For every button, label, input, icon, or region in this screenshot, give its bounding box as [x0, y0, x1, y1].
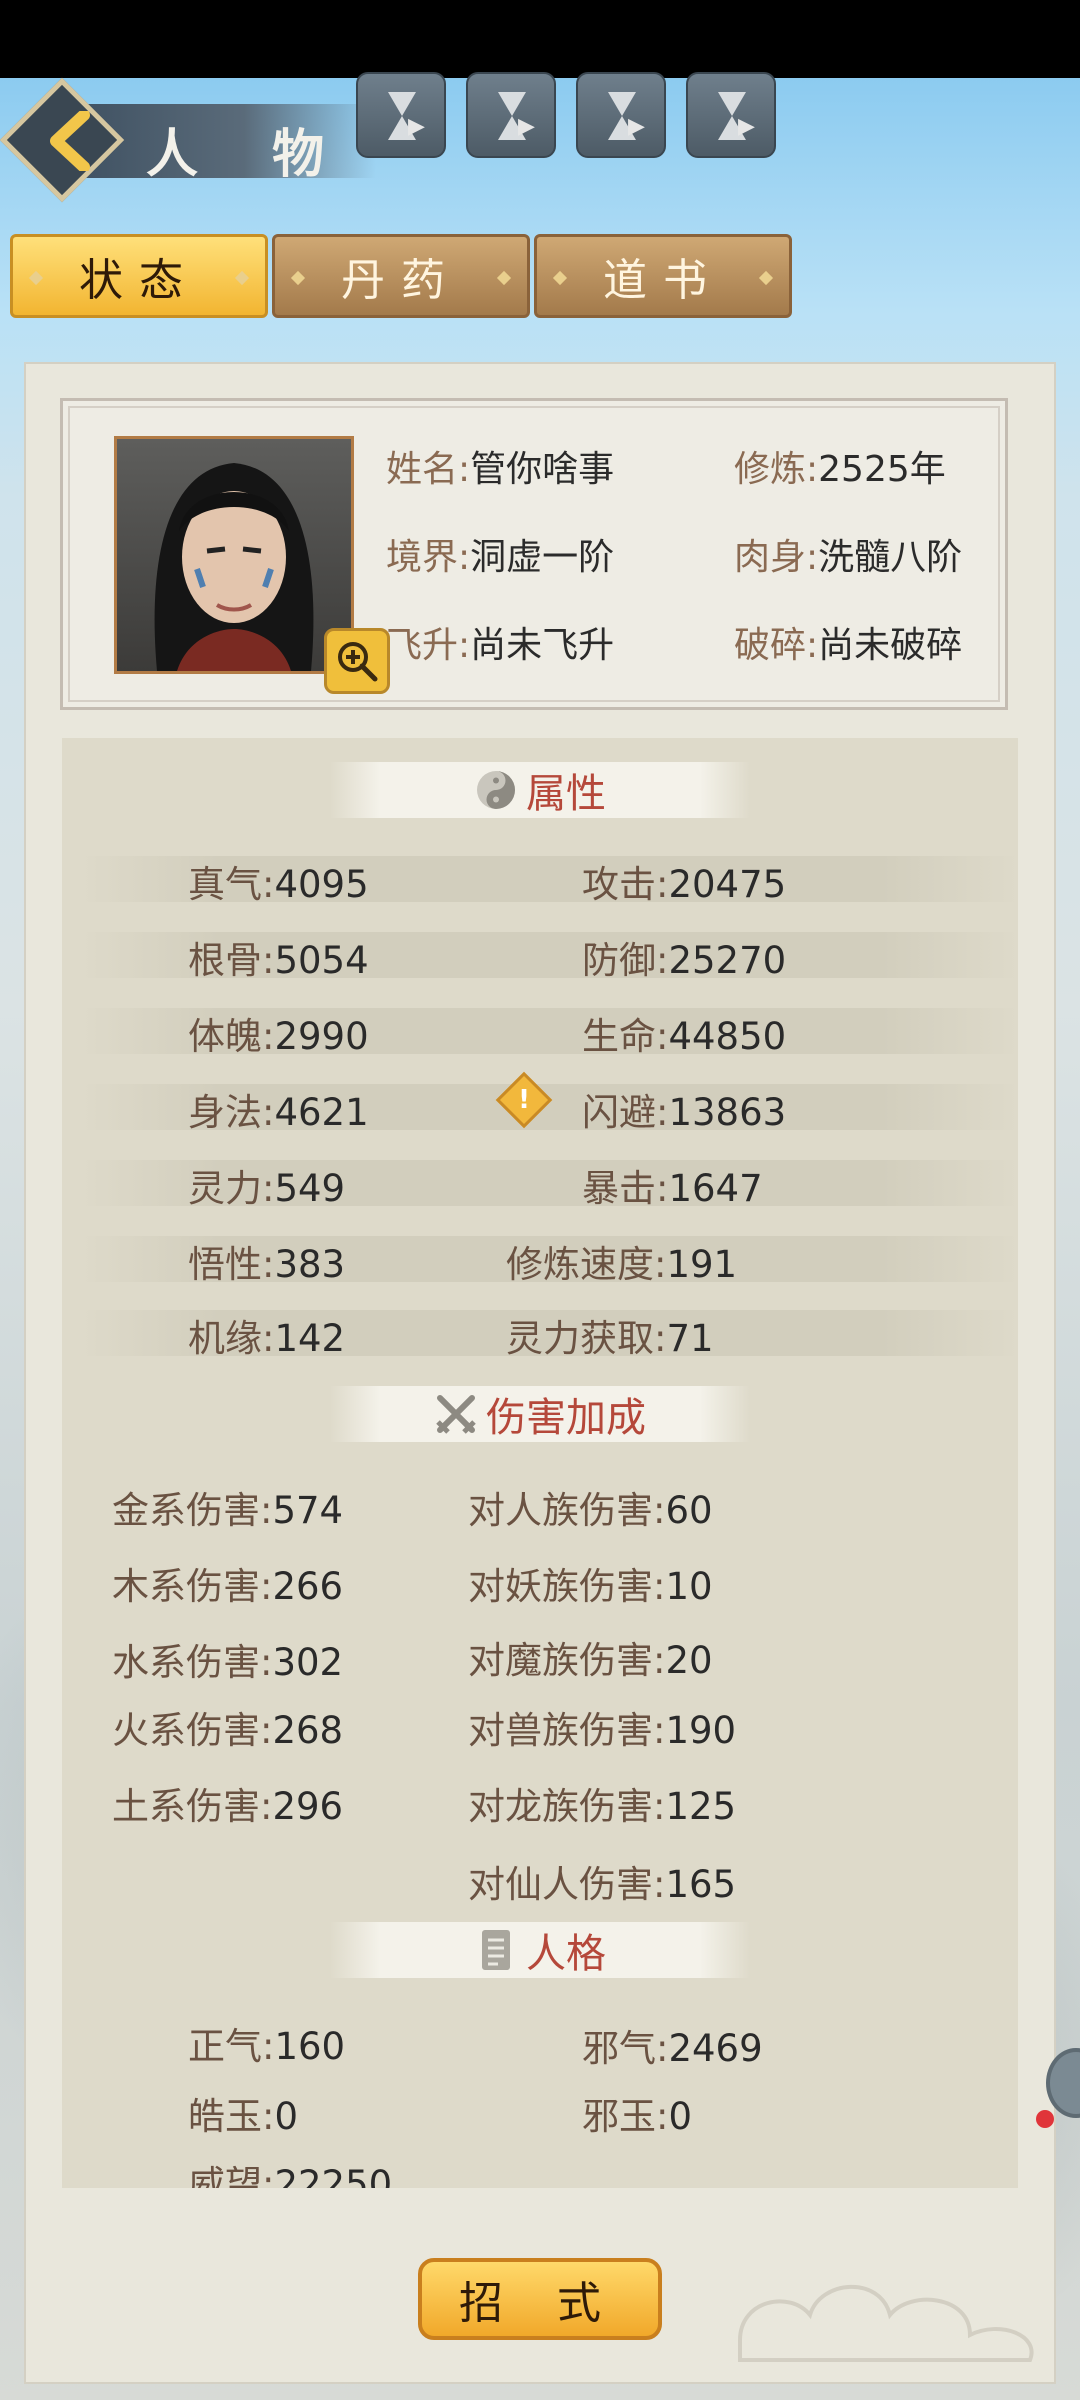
chevron-left-icon — [36, 106, 106, 176]
attr-spirit: 灵力:549 — [188, 1167, 346, 1210]
pers-evil: 邪气:2469 — [582, 2027, 763, 2070]
attr-crit: 暴击:1647 — [582, 1167, 763, 1210]
cloud-decoration — [738, 2284, 1034, 2362]
dmg-vs-human: 对人族伤害:60 — [468, 1489, 713, 1532]
scroll-icon — [474, 1928, 518, 1972]
zoom-in-button[interactable] — [324, 628, 390, 694]
speed-button-1[interactable]: ▶ — [356, 72, 446, 158]
dmg-vs-dragon: 对龙族伤害:125 — [468, 1785, 737, 1828]
dmg-vs-beast: 对兽族伤害:190 — [468, 1709, 737, 1752]
attr-comprehension: 悟性:383 — [188, 1243, 346, 1286]
yin-yang-icon — [474, 768, 518, 812]
dmg-vs-demon: 对妖族伤害:10 — [468, 1565, 713, 1608]
play-icon: ▶ — [738, 114, 755, 139]
dmg-earth: 土系伤害:296 — [112, 1785, 344, 1828]
attr-life: 生命:44850 — [582, 1015, 787, 1058]
tab-books[interactable]: 道书 — [534, 234, 792, 318]
play-icon: ▶ — [518, 114, 535, 139]
play-icon: ▶ — [408, 114, 425, 139]
break-field: 破碎:尚未破碎 — [734, 625, 963, 666]
attr-dodge: 闪避:13863 — [582, 1091, 787, 1134]
attr-true-qi: 真气:4095 — [188, 863, 369, 906]
section-personality: 人格 — [330, 1922, 750, 1978]
speed-button-4[interactable]: ▶ — [686, 72, 776, 158]
tab-pills[interactable]: 丹药 — [272, 234, 530, 318]
realm-field: 境界:洞虚一阶 — [386, 537, 615, 578]
back-button[interactable]: 人 物 — [0, 77, 376, 203]
pers-prestige: 威望:22250 — [188, 2163, 393, 2188]
section-damage: 伤害加成 — [330, 1386, 750, 1442]
crossed-swords-icon — [434, 1392, 478, 1436]
tab-status[interactable]: 状态 — [10, 234, 268, 318]
dmg-vs-devil: 对魔族伤害:20 — [468, 1639, 713, 1682]
dmg-vs-immortal: 对仙人伤害:165 — [468, 1863, 737, 1906]
character-portrait[interactable] — [114, 436, 354, 674]
attr-defense: 防御:25270 — [582, 939, 787, 982]
body-field: 肉身:洗髓八阶 — [734, 537, 963, 578]
pers-haoyu: 皓玉:0 — [188, 2095, 299, 2138]
attr-bone: 根骨:5054 — [188, 939, 369, 982]
name-field: 姓名:管你啥事 — [386, 449, 615, 490]
play-icon: ▶ — [628, 114, 645, 139]
dmg-wood: 木系伤害:266 — [112, 1565, 344, 1608]
attr-spirit-gain: 灵力获取:71 — [506, 1317, 714, 1360]
section-attributes: 属性 — [330, 762, 750, 818]
dmg-fire: 火系伤害:268 — [112, 1709, 344, 1752]
dmg-water: 水系伤害:302 — [112, 1641, 344, 1684]
skills-button[interactable]: 招 式 — [418, 2258, 662, 2340]
pers-righteous: 正气:160 — [188, 2025, 346, 2068]
cultivation-field: 修炼:2525年 — [734, 449, 946, 490]
notification-dot — [1036, 2110, 1054, 2128]
status-bar — [0, 0, 1080, 78]
speed-button-3[interactable]: ▶ — [576, 72, 666, 158]
attr-fortune: 机缘:142 — [188, 1317, 346, 1360]
dmg-metal: 金系伤害:574 — [112, 1489, 344, 1532]
attr-attack: 攻击:20475 — [582, 863, 787, 906]
page-title: 人 物 — [146, 125, 353, 185]
zoom-in-icon — [338, 642, 378, 682]
attr-agility: 身法:4621 — [188, 1091, 369, 1134]
pers-xieyu: 邪玉:0 — [582, 2095, 693, 2138]
speed-button-2[interactable]: ▶ — [466, 72, 556, 158]
attr-cultivation-speed: 修炼速度:191 — [506, 1243, 738, 1286]
attr-physique: 体魄:2990 — [188, 1015, 369, 1058]
ascend-field: 飞升:尚未飞升 — [386, 625, 615, 666]
